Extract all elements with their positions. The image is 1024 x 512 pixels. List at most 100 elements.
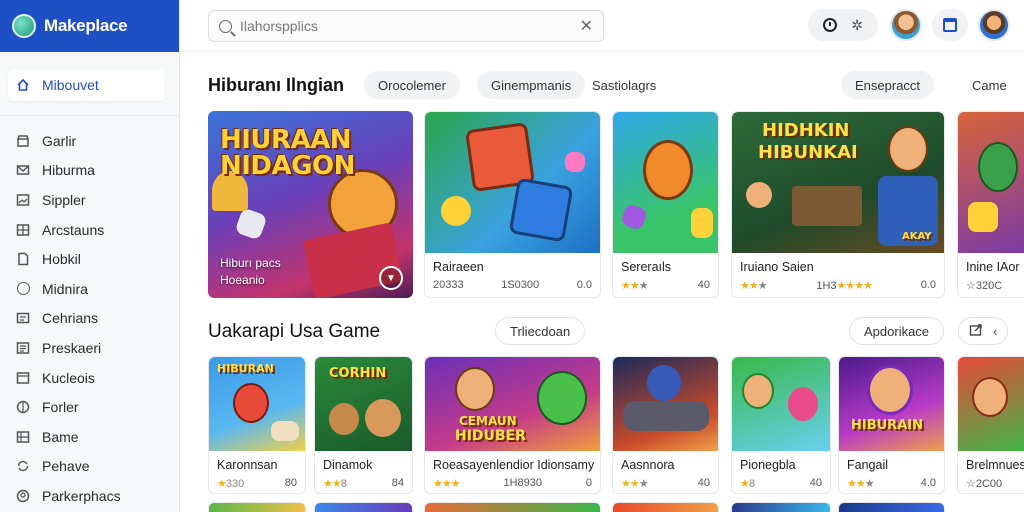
layers-icon bbox=[16, 371, 30, 385]
game-card[interactable]: HIBURAN Karonnsan ★330 80 bbox=[208, 356, 306, 494]
game-card-image bbox=[958, 112, 1024, 253]
sidebar-item-label: Cehrians bbox=[42, 310, 99, 327]
game-card[interactable] bbox=[731, 502, 831, 512]
top-bar: Ilahorspplics ✕ ✲ bbox=[180, 0, 1024, 52]
sidebar-item-active[interactable]: Mibouvet bbox=[8, 69, 165, 101]
sidebar-item[interactable]: Sippler bbox=[0, 185, 179, 215]
game-meta: ☆2C00 bbox=[966, 478, 1003, 490]
featured-game-card[interactable]: HIURAAN NIDAGON Hiburı pacs Hoeanio ▼ bbox=[208, 111, 413, 298]
rating-stars: ★★★ bbox=[740, 280, 768, 292]
home-icon bbox=[16, 78, 30, 92]
game-title: Karonnsan bbox=[217, 458, 278, 472]
game-card-image: HIBURAN bbox=[209, 357, 305, 451]
featured-game-image: HIURAAN NIDAGON Hiburı pacs Hoeanio ▼ bbox=[208, 111, 413, 298]
game-card[interactable]: Rairaeen 20333 1S0300 0.0 bbox=[424, 111, 601, 298]
filter-chip[interactable]: Came bbox=[958, 71, 1021, 99]
rating-stars: ★330 bbox=[217, 478, 245, 490]
sidebar-item-label: Sippler bbox=[42, 191, 86, 208]
game-card[interactable]: Brelmnues ☆2C00 bbox=[957, 356, 1024, 494]
filter-chip[interactable]: Sastiolagrs bbox=[578, 71, 670, 99]
avatar[interactable] bbox=[890, 9, 922, 41]
marketplace-app: Makeplace Mibouvet Garlir Hiburma Sipple… bbox=[0, 0, 1024, 512]
game-card[interactable]: CORHIN Dinamok ★★8 84 bbox=[314, 356, 413, 494]
sidebar-list: Garlir Hiburma Sippler Arcstauns Hobkil … bbox=[0, 126, 179, 511]
clock-icon[interactable] bbox=[823, 18, 838, 32]
close-icon[interactable]: ✕ bbox=[580, 16, 593, 36]
sidebar-item-label: Pehave bbox=[42, 458, 90, 475]
file-icon bbox=[16, 252, 30, 266]
sidebar-item-label: Garlir bbox=[42, 132, 77, 149]
sidebar-item-label: Arcstauns bbox=[42, 221, 105, 238]
game-title: Aasnnora bbox=[621, 458, 675, 472]
card-icon bbox=[16, 311, 30, 325]
section-title: Hiburanı Ilngian bbox=[208, 75, 345, 95]
game-card[interactable] bbox=[208, 502, 306, 512]
search-input[interactable]: Ilahorspplics ✕ bbox=[208, 10, 604, 42]
sidebar-item[interactable]: Cehrians bbox=[0, 304, 179, 334]
sidebar-item-label: Forler bbox=[42, 399, 79, 416]
share-icon[interactable] bbox=[969, 323, 983, 340]
sidebar-item[interactable]: Garlir bbox=[0, 126, 179, 156]
sidebar-item[interactable]: Bame bbox=[0, 422, 179, 452]
app-logo-icon bbox=[12, 14, 36, 38]
mail-icon bbox=[16, 163, 30, 177]
rating-stars: ★★★ bbox=[847, 478, 875, 490]
game-title: Iruiano Saien bbox=[740, 260, 814, 274]
sidebar-item[interactable]: Midnira bbox=[0, 274, 179, 304]
sidebar-item[interactable]: Pehave bbox=[0, 452, 179, 482]
game-card[interactable] bbox=[314, 502, 413, 512]
game-card-image: HIBURAIN bbox=[839, 357, 944, 451]
filter-chip[interactable]: Apdorikace bbox=[849, 317, 945, 345]
chevron-down-icon[interactable]: ▼ bbox=[379, 266, 403, 290]
game-title: Pionegbla bbox=[740, 458, 796, 472]
game-meta: ☆320C bbox=[966, 280, 1003, 292]
rating-stars: ★★★ bbox=[621, 280, 649, 292]
sidebar-item[interactable]: Forler bbox=[0, 392, 179, 422]
sidebar-item-label: Bame bbox=[42, 428, 79, 445]
filter-chip[interactable]: Ginempmanis bbox=[477, 71, 586, 99]
game-card[interactable]: Inine IAor ☆320C bbox=[957, 111, 1024, 298]
sidebar-item-label: Kucleois bbox=[42, 369, 95, 386]
search-icon bbox=[219, 19, 232, 33]
game-card[interactable]: Aasnnora ★★★ 40 bbox=[612, 356, 719, 494]
game-meta: ★8 40 bbox=[740, 477, 822, 490]
game-card-image bbox=[425, 112, 600, 253]
avatar[interactable] bbox=[978, 9, 1010, 41]
sidebar-item[interactable]: Preskaeri bbox=[0, 333, 179, 363]
top-actions: ✲ bbox=[808, 9, 878, 41]
sidebar-item-label: Hobkil bbox=[42, 251, 81, 268]
game-meta: ★★★ 4.0 bbox=[847, 477, 936, 490]
brand-header[interactable]: Makeplace bbox=[0, 0, 179, 52]
game-card-image: CEMAUN HIDUBER bbox=[425, 357, 600, 451]
game-card[interactable] bbox=[838, 502, 945, 512]
table-icon bbox=[16, 430, 30, 444]
sidebar-item-label: Midnira bbox=[42, 280, 88, 297]
sidebar-item[interactable]: Arcstauns bbox=[0, 215, 179, 245]
game-card[interactable]: HIBURAIN Fangail ★★★ 4.0 bbox=[838, 356, 945, 494]
sidebar-item[interactable]: Hobkil bbox=[0, 244, 179, 274]
game-card-image bbox=[732, 357, 830, 451]
sidebar-item[interactable]: Kucleois bbox=[0, 363, 179, 393]
sidebar-item-label: Mibouvet bbox=[42, 77, 99, 93]
filter-chip[interactable]: Ensepracct bbox=[841, 71, 935, 99]
game-title: Brelmnues bbox=[966, 458, 1024, 472]
filter-chip[interactable]: Trliecdoan bbox=[495, 317, 586, 345]
sidebar-item[interactable]: Parkerphacs bbox=[0, 481, 179, 511]
sidebar-item[interactable]: Hiburma bbox=[0, 156, 179, 186]
section-actions: ‹ bbox=[958, 317, 1009, 345]
game-card[interactable] bbox=[612, 502, 719, 512]
game-card-image: HIDHKIN HIBUNKAI AKAY bbox=[732, 112, 944, 253]
game-card[interactable]: Pionegbla ★8 40 bbox=[731, 356, 831, 494]
sparkle-icon[interactable]: ✲ bbox=[851, 17, 863, 34]
game-card[interactable]: HIDHKIN HIBUNKAI AKAY Iruiano Saien ★★★ … bbox=[731, 111, 945, 298]
rating-stars: ★★★ bbox=[621, 478, 649, 490]
game-card[interactable]: CEMAUN HIDUBER Roeasayenlendior Idionsam… bbox=[424, 356, 601, 494]
game-card[interactable]: Sereraıls ★★★ 40 bbox=[612, 111, 719, 298]
rating-stars: ★★8 bbox=[323, 478, 347, 490]
sidebar: Makeplace Mibouvet Garlir Hiburma Sipple… bbox=[0, 0, 180, 512]
chevron-left-icon[interactable]: ‹ bbox=[993, 324, 997, 339]
game-card[interactable] bbox=[424, 502, 601, 512]
game-title: Roeasayenlendior Idionsamy bbox=[433, 458, 595, 472]
filter-chip[interactable]: Orocolemer bbox=[364, 71, 460, 99]
calendar-button[interactable] bbox=[932, 9, 968, 41]
